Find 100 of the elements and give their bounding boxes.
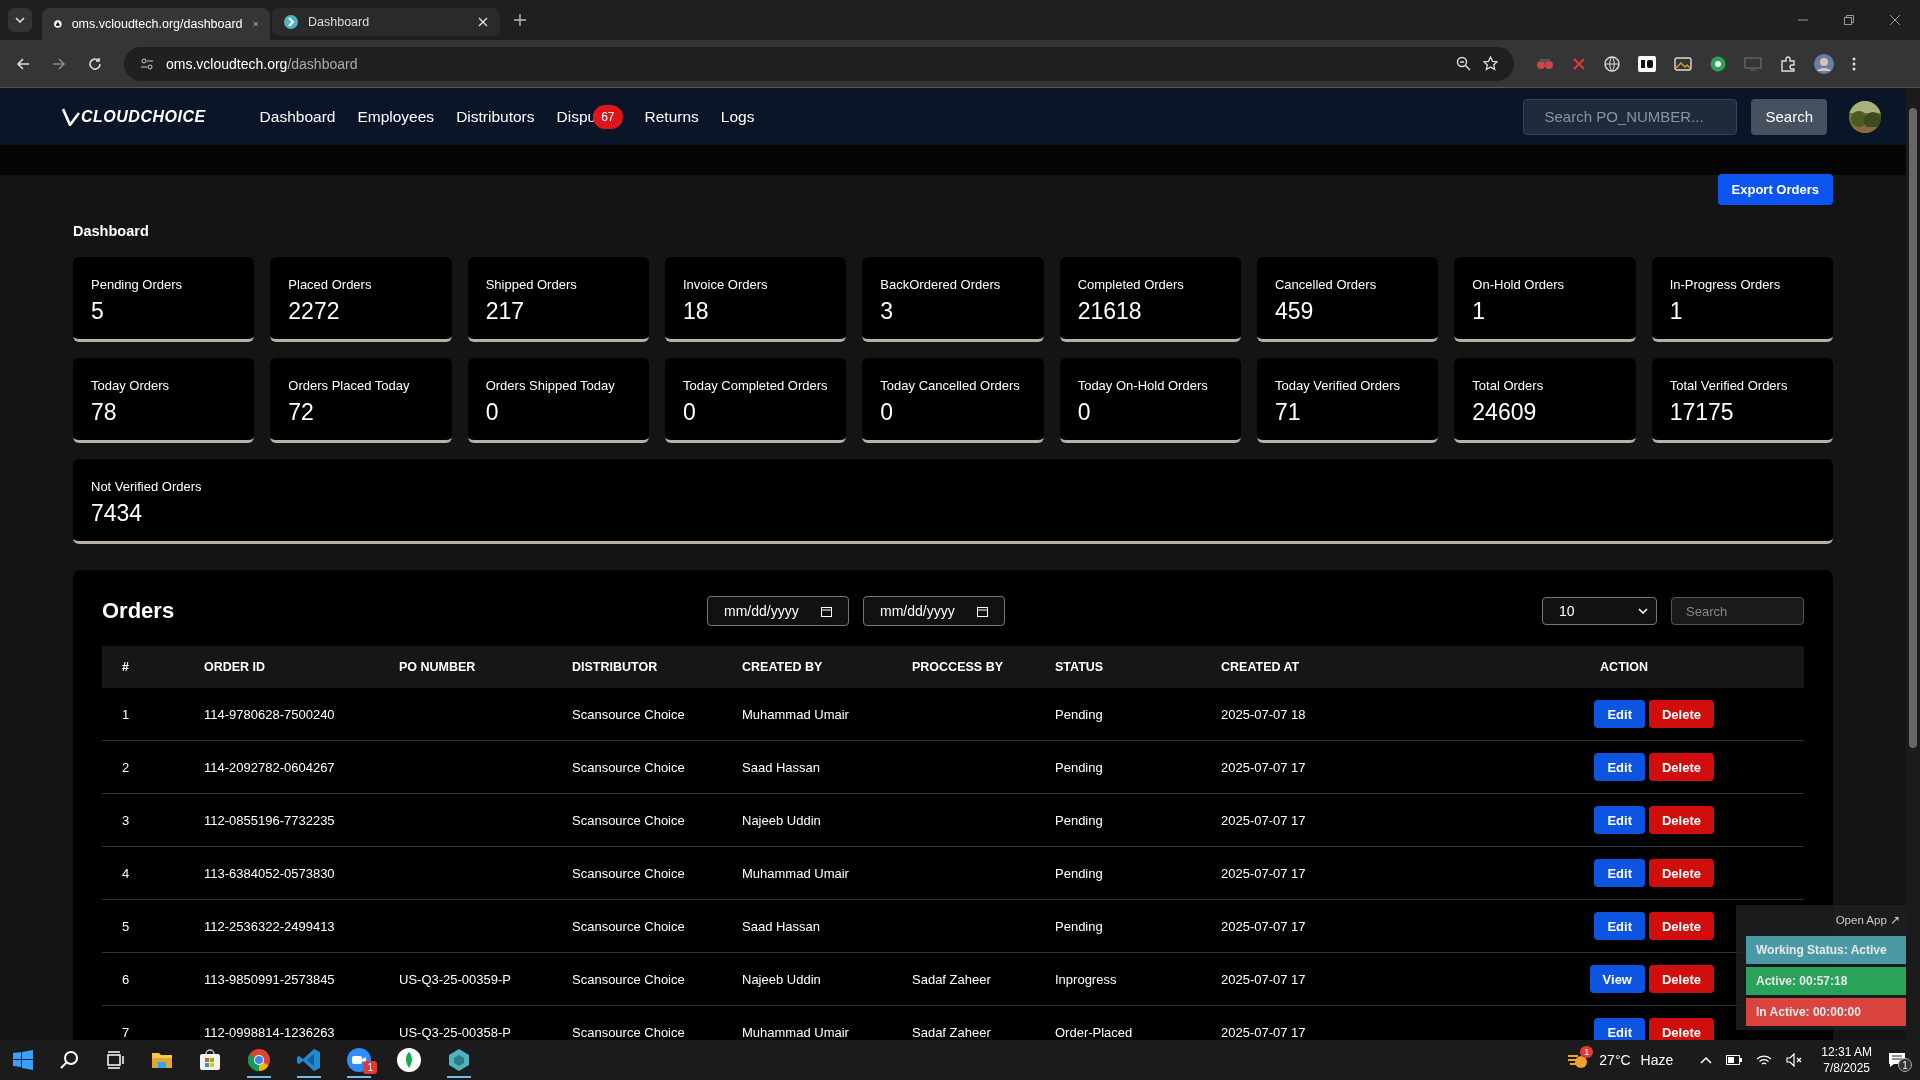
restore-icon[interactable] [1844,15,1854,25]
table-cell: 4 [122,865,130,881]
calendar-icon[interactable] [821,605,832,617]
table-cell: 2025-07-07 17 [1221,812,1306,828]
nav-link[interactable]: Returns [644,107,699,126]
open-app-link[interactable]: Open App ↗ [1829,911,1906,933]
clock[interactable]: 12:31 AM 7/8/2025 [1821,1045,1872,1075]
back-icon[interactable] [16,56,30,71]
table-cell: Pending [1055,918,1103,934]
cube-icon[interactable] [447,1048,471,1078]
star-icon[interactable] [1483,56,1498,71]
chrome-icon[interactable] [247,1048,271,1078]
calendar-icon[interactable] [977,605,988,617]
table-cell: Pending [1055,812,1103,828]
page-heading: Dashboard [73,223,150,239]
table-cell: Muhammad Umair [742,706,849,722]
scrollbar[interactable] [1906,88,1920,1040]
table-cell: Scansource Choice [572,1024,685,1040]
stat-label: In-Progress Orders [1669,277,1782,292]
site-icon [54,17,62,31]
stat-label: Orders Shipped Today [485,378,616,393]
date-field[interactable]: mm/dd/yyyy [863,596,1005,626]
stat-label: Shipped Orders [485,277,578,292]
globe-icon[interactable] [1604,55,1620,72]
delete-button[interactable]: Delete [1648,753,1714,781]
address-field[interactable]: oms.vcloudtech.org/dashboard [124,46,1514,81]
chevron-up-icon[interactable] [1700,1056,1713,1064]
table-cell: Scansource Choice [572,812,685,828]
delete-button[interactable]: Delete [1648,1018,1714,1040]
reload-icon[interactable] [88,56,102,71]
cross-icon[interactable] [1572,56,1586,71]
table-cell: 2025-07-07 17 [1221,865,1306,881]
store-icon[interactable] [199,1049,221,1071]
code-editor-icon[interactable] [297,1048,321,1078]
chevron-icon[interactable] [15,17,25,23]
browser-tab[interactable]: Dashboard [272,8,500,36]
extension-icon[interactable] [1638,55,1656,72]
profile-icon[interactable] [1814,53,1834,74]
nav-link[interactable]: Employees [357,107,435,126]
delete-button[interactable]: Delete [1648,912,1714,940]
page-size-select[interactable]: 10 [1542,597,1657,625]
column-header: STATUS [1055,660,1105,674]
search-icon[interactable] [59,1050,79,1070]
status-bar: In Active: 00:00:00 [1746,998,1906,1026]
stat-value: 459 [1275,298,1315,325]
folder-icon[interactable] [151,1050,173,1070]
date-field[interactable]: mm/dd/yyyy [707,596,849,626]
stat-value: 78 [91,399,118,426]
nav-link[interactable]: Distributors [456,107,535,126]
table-cell: Muhammad Umair [742,1024,849,1040]
table-cell: Pending [1055,865,1103,881]
table-cell: US-Q3-25-00358-P [399,1024,511,1040]
edit-button[interactable]: Edit [1594,753,1645,781]
menu-icon[interactable] [1852,56,1856,71]
tab-list-button[interactable] [8,8,32,32]
glasses-icon[interactable] [1536,56,1554,71]
delete-button[interactable]: Delete [1648,859,1714,887]
battery-icon[interactable] [1726,1055,1743,1065]
browser-tab[interactable]: oms.vcloudtech.org/dashboard [42,8,270,40]
temperature: 27°C [1599,1052,1631,1068]
table-cell: 112-2536322-2499413 [204,918,335,934]
stat-value: 17175 [1669,399,1735,426]
zoom-icon[interactable] [1456,56,1471,71]
leaf-icon[interactable] [397,1048,421,1072]
close-icon[interactable] [1890,15,1900,25]
stat-label: Today Orders [91,378,171,393]
site-settings-icon[interactable] [140,56,154,71]
table-cell: 113-6384052-0573830 [204,865,335,881]
delete-button[interactable]: Delete [1648,965,1714,993]
edit-button[interactable]: Edit [1594,806,1645,834]
export-orders-button[interactable]: Export Orders [1717,174,1833,205]
stat-label: Invoice Orders [683,277,769,292]
edit-button[interactable]: Edit [1594,700,1645,728]
stat-label: Today Verified Orders [1275,378,1401,393]
edit-button[interactable]: Edit [1594,859,1645,887]
edit-button[interactable]: Edit [1594,1018,1645,1040]
table-cell: 112-0855196-7732235 [204,812,335,828]
close-icon[interactable] [252,19,258,29]
logo[interactable]: CLOUDCHOICE [62,107,206,126]
search-field[interactable]: Search PO_NUMBER... [1523,98,1738,135]
stat-label: Placed Orders [288,277,373,292]
puzzle-icon[interactable] [1780,55,1796,72]
delete-button[interactable]: Delete [1648,700,1714,728]
edit-button[interactable]: Edit [1594,912,1645,940]
new-tab-icon[interactable] [514,14,526,26]
forward-icon[interactable] [52,56,66,71]
column-header: PO NUMBER [399,660,477,674]
table-cell: US-Q3-25-00359-P [399,971,511,987]
windows-icon[interactable] [13,1050,33,1070]
nav-link[interactable]: Dashboard [259,107,336,126]
search-field[interactable]: Search [1671,597,1804,625]
search-button[interactable]: Search [1751,98,1827,135]
stat-label: Today Cancelled Orders [880,378,1021,393]
nav-link[interactable]: Logs [720,107,755,126]
delete-button[interactable]: Delete [1648,806,1714,834]
task-view-icon[interactable] [105,1050,125,1070]
notification-badge: 1 [1580,1046,1594,1058]
image-icon[interactable] [1674,55,1692,72]
edit-button[interactable]: View [1589,965,1645,993]
wifi-icon[interactable] [1756,1053,1773,1067]
